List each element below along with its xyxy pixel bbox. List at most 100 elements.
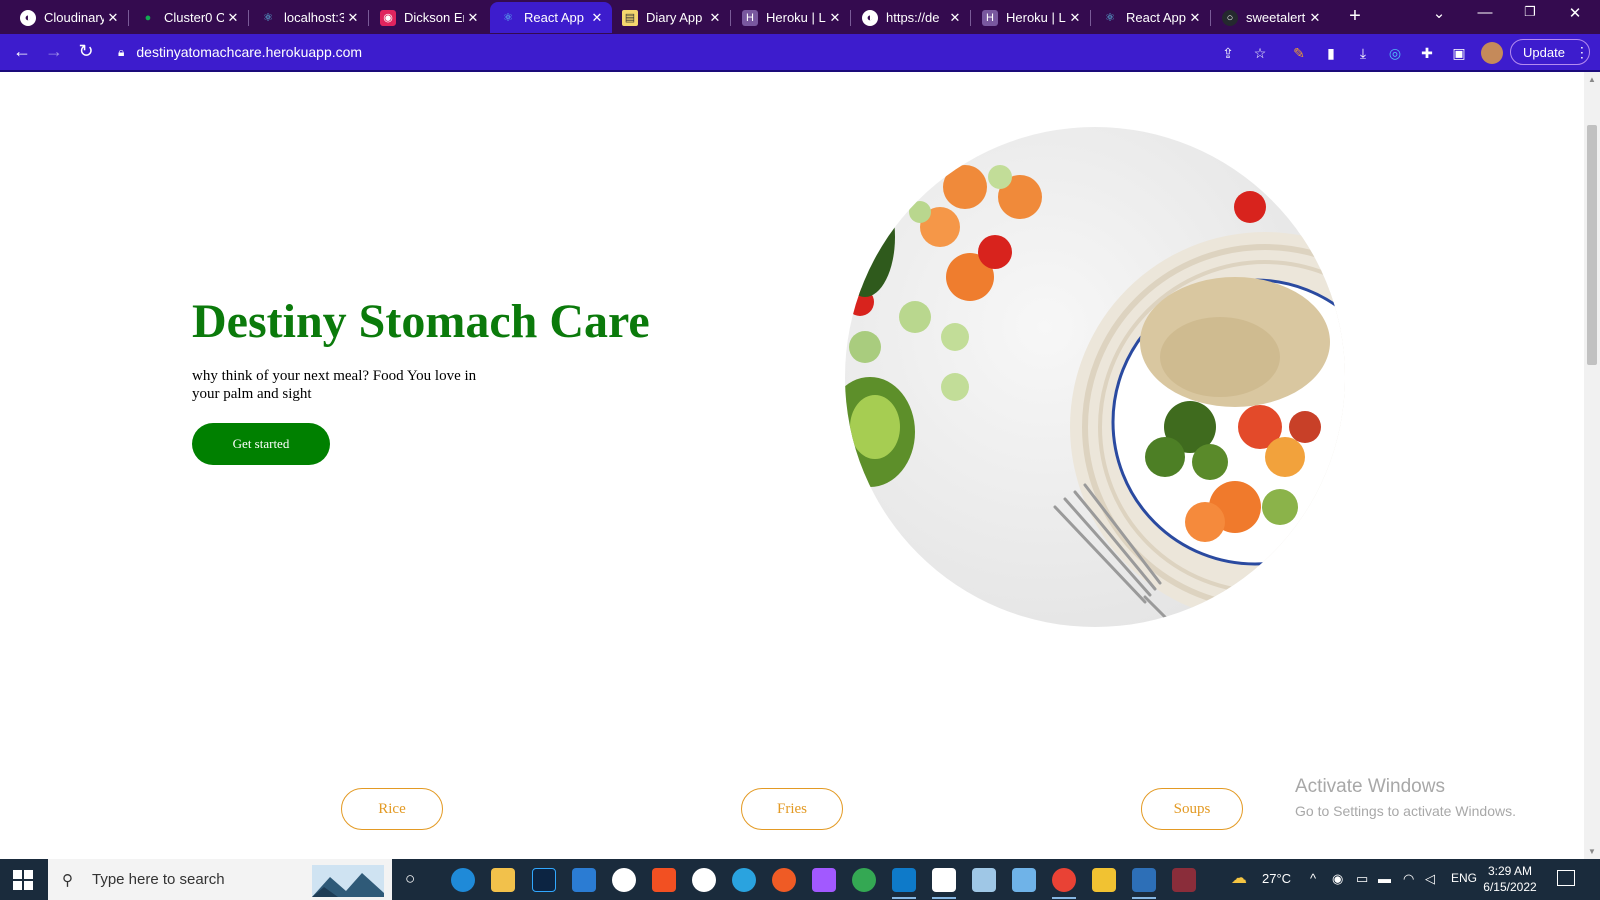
- file-explorer-icon[interactable]: [491, 868, 515, 892]
- tab-https-de[interactable]: ◐ https://de ✕: [852, 2, 971, 33]
- git-icon[interactable]: [1092, 868, 1116, 892]
- language-indicator[interactable]: ENG: [1451, 871, 1477, 885]
- restore-icon[interactable]: ❐: [1510, 4, 1550, 20]
- side-panel-icon[interactable]: ▣: [1449, 43, 1469, 63]
- url-text[interactable]: destinyatomachcare.herokuapp.com: [136, 44, 362, 60]
- mongodb-icon[interactable]: [692, 868, 716, 892]
- update-label: Update: [1523, 44, 1565, 60]
- notifications-icon[interactable]: [1557, 870, 1575, 886]
- postman-icon[interactable]: [772, 868, 796, 892]
- reload-icon[interactable]: ↻: [74, 41, 98, 62]
- chrome-icon[interactable]: [852, 868, 876, 892]
- get-started-button[interactable]: Get started: [192, 423, 330, 465]
- mongodb-leaf-icon[interactable]: [932, 868, 956, 892]
- hero-subtitle: why think of your next meal? Food You lo…: [192, 368, 477, 402]
- tab-title: React App: [524, 10, 584, 25]
- record-icon[interactable]: ◉: [1332, 871, 1343, 887]
- taskbar-search-box[interactable]: ⚲ Type here to search: [48, 859, 392, 900]
- tab-title: Dickson Er: [404, 10, 464, 25]
- back-arrow-icon[interactable]: ←: [10, 41, 34, 62]
- control-panel-icon[interactable]: [1012, 868, 1036, 892]
- close-icon[interactable]: ✕: [706, 10, 724, 26]
- minimize-icon[interactable]: —: [1465, 4, 1505, 21]
- close-icon[interactable]: ✕: [946, 10, 964, 26]
- clock-time: 3:29 AM: [1487, 864, 1533, 878]
- meet-now-icon[interactable]: ▭: [1356, 871, 1368, 887]
- mail-icon[interactable]: [572, 868, 596, 892]
- tab-diary-app[interactable]: ▤ Diary App ✕: [612, 2, 731, 33]
- edge-icon[interactable]: [451, 868, 475, 892]
- browser-tab-strip: ◐ Cloudinary ✕ ● Cluster0 O ✕ ⚛ localhos…: [0, 0, 1600, 34]
- battery-icon[interactable]: ▬: [1378, 871, 1391, 886]
- tab-title: React App: [1126, 10, 1186, 25]
- tab-cloudinary[interactable]: ◐ Cloudinary ✕: [10, 2, 129, 33]
- category-fries-button[interactable]: Fries: [741, 788, 843, 830]
- weather-temperature[interactable]: 27°C: [1262, 871, 1291, 886]
- share-icon[interactable]: ⇪: [1218, 43, 1238, 63]
- close-icon[interactable]: ✕: [344, 10, 362, 26]
- extensions-puzzle-icon[interactable]: ✚: [1417, 43, 1437, 63]
- close-icon[interactable]: ✕: [1186, 10, 1204, 26]
- close-icon[interactable]: ✕: [826, 10, 844, 26]
- close-icon[interactable]: ✕: [104, 10, 122, 26]
- telegram-icon[interactable]: [732, 868, 756, 892]
- running-indicator: [932, 897, 956, 899]
- wifi-icon[interactable]: ◠: [1403, 871, 1414, 887]
- page-scrollbar[interactable]: ▲ ▼: [1584, 72, 1600, 859]
- update-button[interactable]: Update ⋮: [1510, 39, 1590, 65]
- category-rice-button[interactable]: Rice: [341, 788, 443, 830]
- tab-react-app-active[interactable]: ⚛ React App ✕: [490, 2, 612, 33]
- download-icon[interactable]: ⤓: [1353, 43, 1373, 63]
- category-soups-button[interactable]: Soups: [1141, 788, 1243, 830]
- react-icon: ⚛: [503, 12, 513, 24]
- scroll-up-arrow-icon[interactable]: ▲: [1584, 75, 1600, 84]
- extension-doc-icon[interactable]: ▮: [1321, 43, 1341, 63]
- profile-avatar[interactable]: [1481, 42, 1503, 64]
- tab-separator: [1090, 10, 1091, 26]
- new-tab-button[interactable]: +: [1343, 5, 1367, 28]
- figma-icon[interactable]: [812, 868, 836, 892]
- mongodb-compass-icon[interactable]: [612, 868, 636, 892]
- tab-sweetalert[interactable]: ○ sweetalert ✕: [1212, 2, 1330, 33]
- tab-separator: [128, 10, 129, 26]
- tab-react-app-2[interactable]: ⚛ React App ✕: [1092, 2, 1211, 33]
- tab-title: sweetalert: [1246, 10, 1306, 25]
- close-icon[interactable]: ✕: [224, 10, 242, 26]
- close-icon[interactable]: ✕: [464, 10, 482, 26]
- cortana-icon[interactable]: ○: [405, 869, 415, 889]
- close-icon[interactable]: ✕: [1306, 10, 1324, 26]
- notepad-icon[interactable]: [972, 868, 996, 892]
- tab-search-chevron-icon[interactable]: ⌄: [1419, 4, 1459, 22]
- tab-separator: [1210, 10, 1211, 26]
- bookmark-star-icon[interactable]: ☆: [1250, 43, 1270, 63]
- microsoft-store-icon[interactable]: [652, 868, 676, 892]
- address-bar[interactable]: 🔒︎ destinyatomachcare.herokuapp.com: [110, 39, 1260, 65]
- tab-heroku-1[interactable]: H Heroku | L ✕: [732, 2, 851, 33]
- extension-ring-icon[interactable]: ◎: [1385, 43, 1405, 63]
- kebab-menu-icon[interactable]: ⋮: [1575, 44, 1589, 61]
- tab-heroku-2[interactable]: H Heroku | L ✕: [972, 2, 1091, 33]
- photos-icon[interactable]: [1132, 868, 1156, 892]
- chrome-profile-icon[interactable]: [1052, 868, 1076, 892]
- close-window-icon[interactable]: ✕: [1555, 4, 1595, 22]
- show-hidden-icons-chevron-icon[interactable]: ^: [1310, 871, 1316, 886]
- tab-dickson[interactable]: ◉ Dickson Er ✕: [370, 2, 488, 33]
- search-highlight-art: [312, 865, 384, 897]
- close-icon[interactable]: ✕: [588, 10, 606, 26]
- vscode-icon[interactable]: [892, 868, 916, 892]
- close-icon[interactable]: ✕: [1066, 10, 1084, 26]
- winrar-icon[interactable]: [1172, 868, 1196, 892]
- extension-pen-icon[interactable]: ✎: [1289, 43, 1309, 63]
- tab-localhost[interactable]: ⚛ localhost:3 ✕: [250, 2, 369, 33]
- weather-icon[interactable]: ☁: [1231, 868, 1247, 888]
- volume-icon[interactable]: ◁: [1425, 871, 1435, 887]
- taskbar-clock[interactable]: 3:29 AM 6/15/2022: [1475, 863, 1545, 895]
- food-bowl-illustration: [845, 127, 1345, 627]
- windows-start-icon[interactable]: [13, 870, 33, 890]
- forward-arrow-icon[interactable]: →: [42, 41, 66, 62]
- photoshop-icon[interactable]: [532, 868, 556, 892]
- scroll-down-arrow-icon[interactable]: ▼: [1584, 847, 1600, 856]
- scroll-thumb[interactable]: [1587, 125, 1597, 365]
- globe-icon: ◐: [20, 9, 36, 26]
- tab-cluster0[interactable]: ● Cluster0 O ✕: [130, 2, 249, 33]
